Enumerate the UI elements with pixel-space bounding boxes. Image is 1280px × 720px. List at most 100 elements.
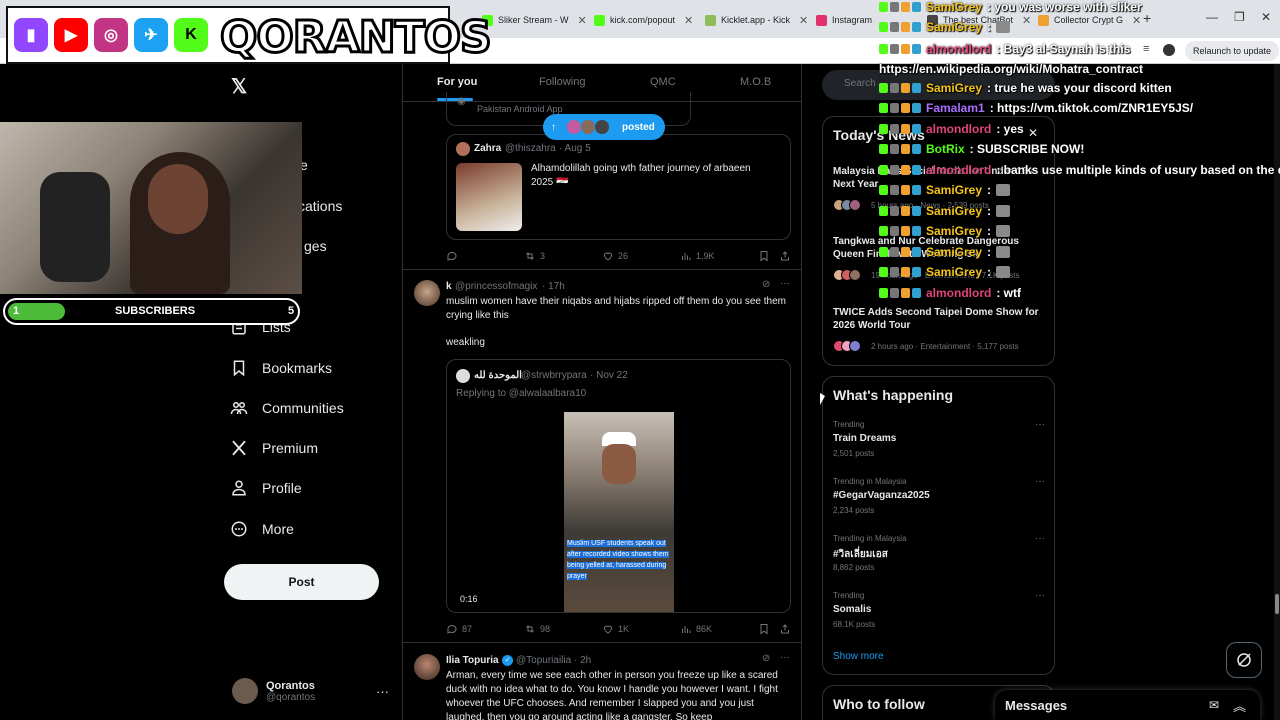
chat-badge-icon [901, 44, 910, 54]
chat-badge-icon [879, 22, 888, 32]
trend-name[interactable]: #วิลเลี่ยมเอส [833, 547, 888, 562]
nav-label: Communities [262, 400, 344, 416]
reply-button[interactable] [446, 250, 458, 262]
chat-badge-icon [901, 144, 910, 154]
post-button[interactable]: Post [224, 564, 379, 600]
tab-following[interactable]: Following [539, 76, 585, 88]
grok-icon[interactable]: ⊘ [762, 653, 770, 664]
tab-for-you[interactable]: For you [437, 76, 477, 88]
scrollbar-thumb[interactable] [1275, 594, 1279, 614]
trend-count: 68.1K posts [833, 620, 876, 629]
views-button[interactable]: 1.9K [680, 250, 715, 262]
more-horizontal-icon[interactable]: ··· [1035, 476, 1045, 487]
share-button[interactable] [779, 250, 791, 262]
x-logo-icon[interactable]: 𝕏 [231, 74, 247, 99]
trend-name[interactable]: #GegarVaganza2025 [833, 490, 930, 501]
new-posts-pill[interactable]: ↑ posted [543, 114, 665, 140]
relaunch-button[interactable]: Relaunch to update [1185, 41, 1280, 61]
maximize-icon[interactable]: ❐ [1234, 10, 1245, 24]
profile-avatar-icon[interactable] [1163, 44, 1175, 56]
new-tab-button[interactable]: + [1143, 10, 1151, 26]
chat-text: : SUBSCRIBE NOW! [969, 142, 1085, 156]
close-tab-icon[interactable]: ✕ [1132, 14, 1141, 27]
trend-count: 2,234 posts [833, 506, 875, 515]
trend-category: Trending in Malaysia [833, 477, 907, 486]
tab-qmc[interactable]: QMC [650, 76, 676, 88]
repost-count: 3 [540, 251, 546, 261]
repost-button[interactable]: 3 [524, 250, 545, 262]
post-author-handle[interactable]: @Topuriailia [516, 654, 571, 668]
video-duration: 0:16 [460, 594, 478, 604]
post-author-name[interactable]: k [446, 280, 452, 294]
minimize-icon[interactable]: — [1206, 10, 1218, 24]
chat-username: almondlord [926, 122, 992, 136]
expand-up-icon[interactable]: ︽ [1233, 696, 1246, 715]
nav-item-more[interactable]: More [230, 514, 294, 544]
video-caption: Muslim USF students speak out after reco… [567, 540, 669, 580]
browser-tab[interactable]: kick.com/popout ✕ [586, 6, 701, 34]
chat-text: : you was worse with sliker [987, 0, 1142, 14]
trend-category: Trending [833, 591, 865, 600]
compose-message-icon[interactable]: ✉ [1209, 698, 1219, 712]
timeline: For you Following QMC M.O.B Pakistan And… [402, 64, 802, 720]
twitter-bird-icon: ✈ [134, 18, 168, 52]
trend-name[interactable]: Somalis [833, 604, 871, 615]
browser-tab[interactable]: Kicklet.app - Kick ✕ [697, 6, 816, 34]
chat-username: BotRix [926, 142, 965, 156]
tab-mob[interactable]: M.O.B [740, 76, 771, 88]
quote-image[interactable] [456, 163, 522, 231]
more-horizontal-icon[interactable]: ··· [1035, 419, 1045, 430]
trend-name[interactable]: Train Dreams [833, 433, 896, 444]
browser-tab[interactable]: Sliker Stream - W ✕ [474, 6, 595, 34]
news-headline[interactable]: TWICE Adds Second Taipei Dome Show for 2… [833, 306, 1048, 332]
video-player[interactable]: Muslim USF students speak out after reco… [564, 412, 674, 612]
close-icon[interactable]: ✕ [1028, 126, 1038, 140]
views-button[interactable]: 86K [680, 623, 712, 635]
account-switcher[interactable]: Qorantos @qorantos [232, 678, 315, 704]
more-horizontal-icon[interactable]: ··· [1035, 590, 1045, 601]
nav-item-bookmarks[interactable]: Bookmarks [230, 353, 332, 383]
close-window-icon[interactable]: ✕ [1261, 10, 1271, 24]
chat-badge-icon [890, 124, 899, 134]
more-horizontal-icon[interactable]: ··· [780, 278, 790, 289]
repost-button[interactable]: 98 [524, 623, 550, 635]
nav-item-premium[interactable]: Premium [230, 433, 318, 463]
like-button[interactable]: 26 [602, 250, 628, 262]
nav-item-notifications-partial[interactable]: cations [298, 191, 342, 221]
avatar[interactable] [414, 654, 440, 680]
bookmark-button[interactable] [758, 250, 770, 262]
nav-item-messages-partial[interactable]: ges [304, 231, 327, 261]
nav-label: cations [298, 198, 343, 214]
like-button[interactable]: 1K [602, 623, 629, 635]
chat-badge-icon [879, 185, 888, 195]
grok-button[interactable] [1226, 642, 1262, 678]
quote-card[interactable]: الموحدة لله @strwbrrypara · Nov 22 Reply… [446, 359, 791, 613]
bookmark-button[interactable] [758, 623, 770, 635]
video-frame-face [602, 444, 636, 484]
chat-message: almondlord: Bay3 al-Saynah is this [879, 42, 1130, 56]
more-horizontal-icon[interactable]: ··· [780, 652, 790, 663]
more-horizontal-icon[interactable]: ··· [1035, 533, 1045, 544]
show-more-link[interactable]: Show more [833, 651, 884, 662]
post-author-handle[interactable]: @princessofmagix [455, 280, 537, 294]
heart-icon [603, 252, 613, 261]
nav-item-profile[interactable]: Profile [230, 473, 302, 503]
avatar[interactable] [414, 280, 440, 306]
chat-message: SamiGrey: [879, 20, 1011, 34]
subscriber-goal: 5 [288, 305, 295, 317]
share-button[interactable] [779, 623, 791, 635]
browser-tab[interactable]: Instagram [808, 6, 880, 34]
chat-badge-icon [912, 267, 921, 277]
reply-button[interactable]: 87 [446, 623, 472, 635]
grok-icon[interactable]: ⊘ [762, 279, 770, 290]
quote-card[interactable]: Zahra @thiszahra · Aug 5 Alhamdolillah g… [446, 134, 791, 240]
post-author-name[interactable]: Ilia Topuria [446, 654, 499, 668]
chat-badge-icon [912, 83, 921, 93]
messages-drawer[interactable]: Messages ✉ ︽ [995, 690, 1260, 720]
chat-emote-icon [996, 266, 1011, 278]
sidebar-toggle-icon[interactable]: ≡ [1143, 43, 1149, 55]
close-tab-icon[interactable]: ✕ [684, 14, 693, 27]
nav-item-communities[interactable]: Communities [230, 393, 344, 423]
more-horizontal-icon[interactable]: ··· [376, 684, 389, 699]
close-tab-icon[interactable]: ✕ [799, 14, 808, 27]
